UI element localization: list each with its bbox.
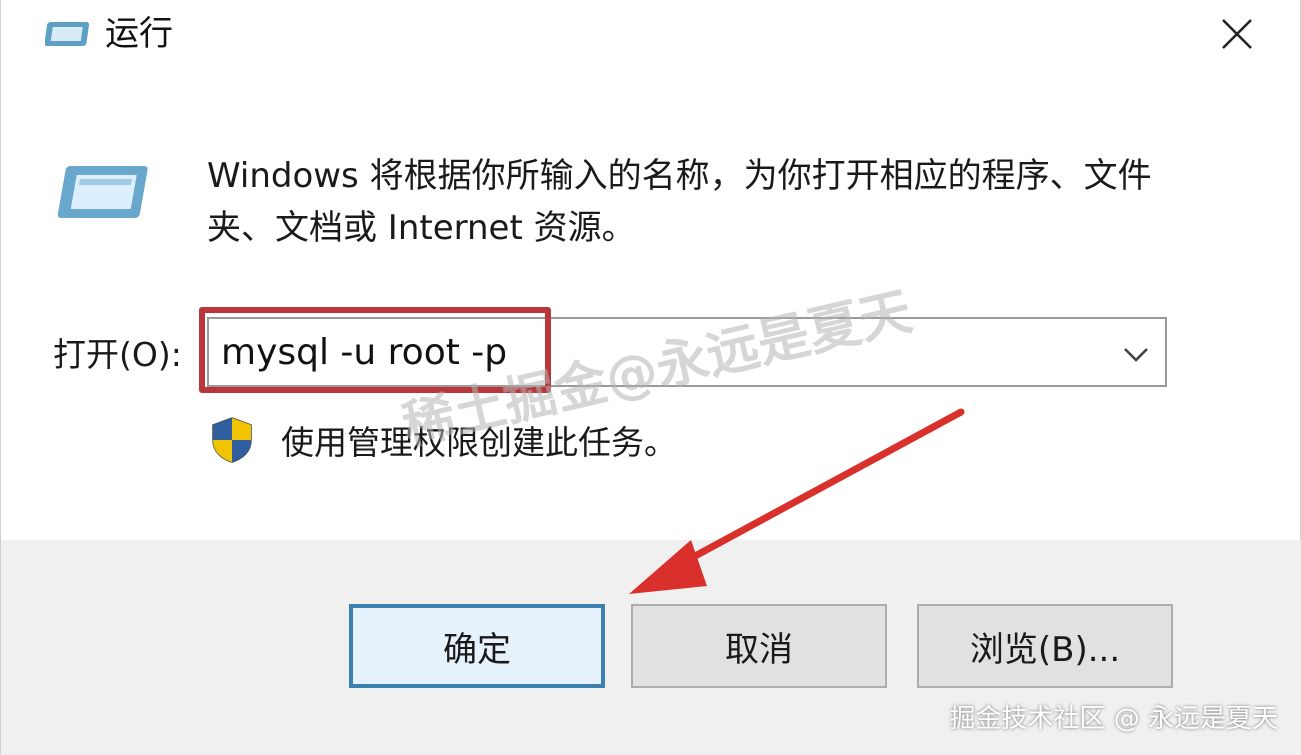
run-app-icon	[57, 162, 155, 226]
run-dialog: 运行 Windows 将根据你所输入的名称，为你打开相应的程序、文件夹、文档或 …	[0, 0, 1301, 755]
uac-shield-icon	[209, 416, 255, 464]
close-icon	[1222, 19, 1252, 49]
title-bar: 运行	[1, 0, 1301, 70]
ok-button[interactable]: 确定	[349, 604, 605, 688]
chevron-down-icon[interactable]	[1119, 337, 1153, 371]
browse-button[interactable]: 浏览(B)...	[917, 604, 1173, 688]
corner-watermark: 掘金技术社区 @ 永远是夏天	[949, 704, 1278, 734]
run-icon	[44, 18, 93, 50]
window-title: 运行	[105, 14, 173, 54]
open-label: 打开(O):	[53, 335, 182, 374]
description-text: Windows 将根据你所输入的名称，为你打开相应的程序、文件夹、文档或 Int…	[207, 156, 1152, 248]
close-button[interactable]	[1197, 6, 1277, 62]
cancel-button[interactable]: 取消	[631, 604, 887, 688]
